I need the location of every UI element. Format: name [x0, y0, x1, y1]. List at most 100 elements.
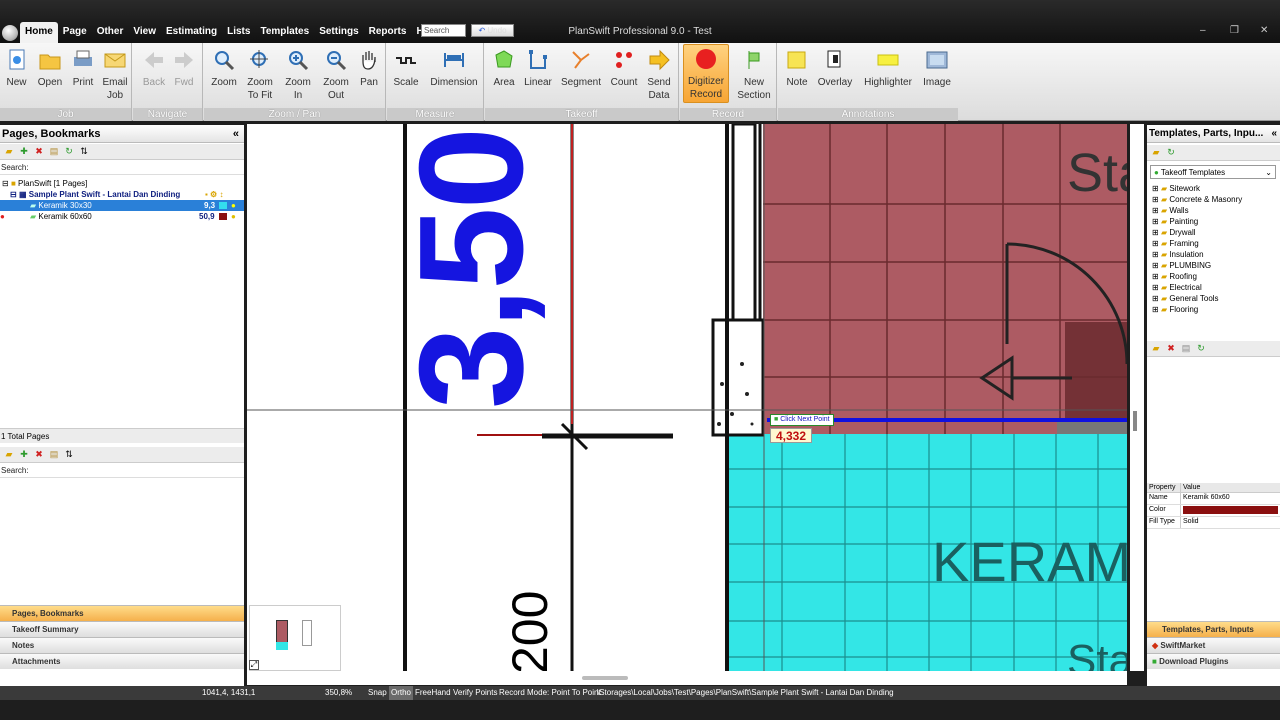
- nav-takeoff-summary[interactable]: Takeoff Summary: [0, 621, 244, 637]
- overlay-button[interactable]: Overlay: [816, 46, 854, 89]
- print-button[interactable]: Print: [70, 46, 96, 89]
- expand-icon[interactable]: ⊟: [10, 190, 17, 199]
- properties-icon[interactable]: ▤: [49, 449, 59, 459]
- image-button[interactable]: Image: [920, 46, 954, 89]
- open-button[interactable]: Open: [36, 46, 64, 89]
- takeoff-item-1[interactable]: ▰ Keramik 30x30 9,3 ●: [0, 200, 244, 211]
- minimize-button[interactable]: –: [1200, 25, 1206, 36]
- zoom-button[interactable]: Zoom: [208, 46, 240, 89]
- nav-templates-parts-inputs[interactable]: Templates, Parts, Inputs: [1147, 621, 1280, 637]
- sort-icon[interactable]: ⇅: [64, 449, 74, 459]
- property-row-name[interactable]: Name Keramik 60x60: [1147, 493, 1280, 505]
- vertical-scrollbar[interactable]: [1130, 124, 1144, 671]
- sort-icon[interactable]: ⇅: [79, 146, 89, 156]
- linear-button[interactable]: Linear: [522, 46, 554, 89]
- pan-button[interactable]: Pan: [356, 46, 382, 89]
- folder-general-tools[interactable]: ⊞ ▰ General Tools: [1152, 293, 1276, 304]
- send-data-button[interactable]: Send Data: [643, 46, 675, 102]
- value-col-header: Value: [1183, 484, 1201, 491]
- folder-sitework[interactable]: ⊞ ▰ Sitework: [1152, 183, 1276, 194]
- digitizer-record-button[interactable]: Digitizer Record: [683, 44, 729, 103]
- refresh-icon[interactable]: ↻: [64, 146, 74, 156]
- zoom-to-fit-button[interactable]: Zoom To Fit: [244, 46, 276, 102]
- tree-root[interactable]: ⊟ ■ PlanSwift [1 Pages]: [0, 178, 244, 189]
- expand-thumbnail-icon[interactable]: ⤢: [249, 660, 259, 670]
- scrollbar-thumb[interactable]: [582, 676, 628, 680]
- pages-search-label[interactable]: Search:: [0, 163, 244, 175]
- scale-button[interactable]: Scale: [391, 46, 421, 89]
- restore-button[interactable]: ❐: [1230, 25, 1239, 36]
- zoom-out-button[interactable]: Zoom Out: [320, 46, 352, 102]
- collapse-left-button[interactable]: «: [233, 128, 239, 140]
- nav-pages-bookmarks[interactable]: Pages, Bookmarks: [0, 605, 244, 621]
- refresh-icon[interactable]: ↻: [1196, 343, 1206, 353]
- folder-plumbing[interactable]: ⊞ ▰ PLUMBING: [1152, 260, 1276, 271]
- folder-open-icon[interactable]: ▰: [1151, 343, 1161, 353]
- add-icon[interactable]: ✚: [19, 449, 29, 459]
- email-job-button[interactable]: Email Job: [101, 46, 129, 102]
- nav-attachments[interactable]: Attachments: [0, 653, 244, 669]
- verify-points-toggle[interactable]: Verify Points: [453, 686, 497, 700]
- folder-painting[interactable]: ⊞ ▰ Painting: [1152, 216, 1276, 227]
- back-button[interactable]: Back: [141, 46, 167, 89]
- folder-insulation[interactable]: ⊞ ▰ Insulation: [1152, 249, 1276, 260]
- templates-dropdown[interactable]: ● Takeoff Templates ⌄: [1150, 165, 1276, 179]
- new-section-button[interactable]: New Section: [734, 46, 774, 102]
- property-row-fill[interactable]: Fill Type Solid: [1147, 517, 1280, 529]
- snap-toggle[interactable]: Snap: [368, 686, 387, 700]
- delete-icon[interactable]: ✖: [1166, 343, 1176, 353]
- add-icon[interactable]: ✚: [19, 146, 29, 156]
- nav-download-plugins[interactable]: ■ Download Plugins: [1147, 653, 1280, 669]
- folder-open-icon[interactable]: ▰: [4, 449, 14, 459]
- zoom-in-button[interactable]: Zoom In: [282, 46, 314, 102]
- property-row-color[interactable]: Color: [1147, 505, 1280, 517]
- folder-drywall[interactable]: ⊞ ▰ Drywall: [1152, 227, 1276, 238]
- segment-button[interactable]: Segment: [559, 46, 603, 89]
- properties-icon[interactable]: ▤: [1181, 343, 1191, 353]
- properties-icon[interactable]: ▤: [49, 146, 59, 156]
- color-swatch[interactable]: [1183, 506, 1278, 514]
- nav-swiftmarket[interactable]: ◆ SwiftMarket: [1147, 637, 1280, 653]
- forward-button[interactable]: Fwd: [171, 46, 197, 89]
- property-key: Fill Type: [1147, 517, 1181, 528]
- tree-page[interactable]: ⊟ ▦ Sample Plant Swift - Lantai Dan Dind…: [0, 189, 244, 200]
- refresh-icon[interactable]: ↻: [1166, 147, 1176, 157]
- delete-icon[interactable]: ✖: [34, 449, 44, 459]
- folder-flooring[interactable]: ⊞ ▰ Flooring: [1152, 304, 1276, 315]
- folder-framing[interactable]: ⊞ ▰ Framing: [1152, 238, 1276, 249]
- bulb-icon[interactable]: ●: [231, 211, 236, 222]
- bookmarks-search-label[interactable]: Search:: [0, 466, 244, 478]
- overlay-label: Overlay: [817, 77, 853, 88]
- drawing-canvas[interactable]: 3,50 200 Sta KERAM Sta ■ Click Next Poin…: [247, 124, 1127, 671]
- ortho-toggle[interactable]: Ortho: [389, 686, 414, 700]
- image-icon: [926, 49, 948, 71]
- pages-tree: ⊟ ■ PlanSwift [1 Pages] ⊟ ▦ Sample Plant…: [0, 178, 244, 222]
- page-tools-icon[interactable]: ▪ ⚙ ↕: [205, 189, 223, 200]
- freehand-toggle[interactable]: FreeHand: [415, 686, 451, 700]
- folder-walls[interactable]: ⊞ ▰ Walls: [1152, 205, 1276, 216]
- dimension-button[interactable]: Dimension: [427, 46, 481, 89]
- folder-concrete[interactable]: ⊞ ▰ Concrete & Masonry: [1152, 194, 1276, 205]
- vscroll-thumb[interactable]: [1133, 411, 1137, 431]
- folder-icon: ▰: [1160, 239, 1168, 248]
- horizontal-scrollbar[interactable]: [247, 671, 1127, 685]
- folder-roofing[interactable]: ⊞ ▰ Roofing: [1152, 271, 1276, 282]
- expand-icon[interactable]: ⊟: [2, 179, 9, 188]
- note-button[interactable]: Note: [782, 46, 812, 89]
- segment-label: Segment: [560, 77, 602, 88]
- close-button[interactable]: ✕: [1260, 25, 1268, 36]
- overview-thumbnail[interactable]: [249, 605, 341, 671]
- area-button[interactable]: Area: [489, 46, 519, 89]
- highlighter-button[interactable]: Highlighter: [860, 46, 916, 89]
- bulb-icon[interactable]: ●: [231, 200, 236, 211]
- takeoff-item-2[interactable]: ● ▰ Keramik 60x60 50,9 ●: [0, 211, 244, 222]
- folder-electrical[interactable]: ⊞ ▰ Electrical: [1152, 282, 1276, 293]
- new-button[interactable]: New: [4, 46, 29, 89]
- count-button[interactable]: Count: [608, 46, 640, 89]
- nav-notes[interactable]: Notes: [0, 637, 244, 653]
- folder-open-icon[interactable]: ▰: [1151, 147, 1161, 157]
- folder-label: General Tools: [1169, 294, 1219, 303]
- collapse-right-button[interactable]: «: [1271, 128, 1277, 139]
- delete-icon[interactable]: ✖: [34, 146, 44, 156]
- folder-open-icon[interactable]: ▰: [4, 146, 14, 156]
